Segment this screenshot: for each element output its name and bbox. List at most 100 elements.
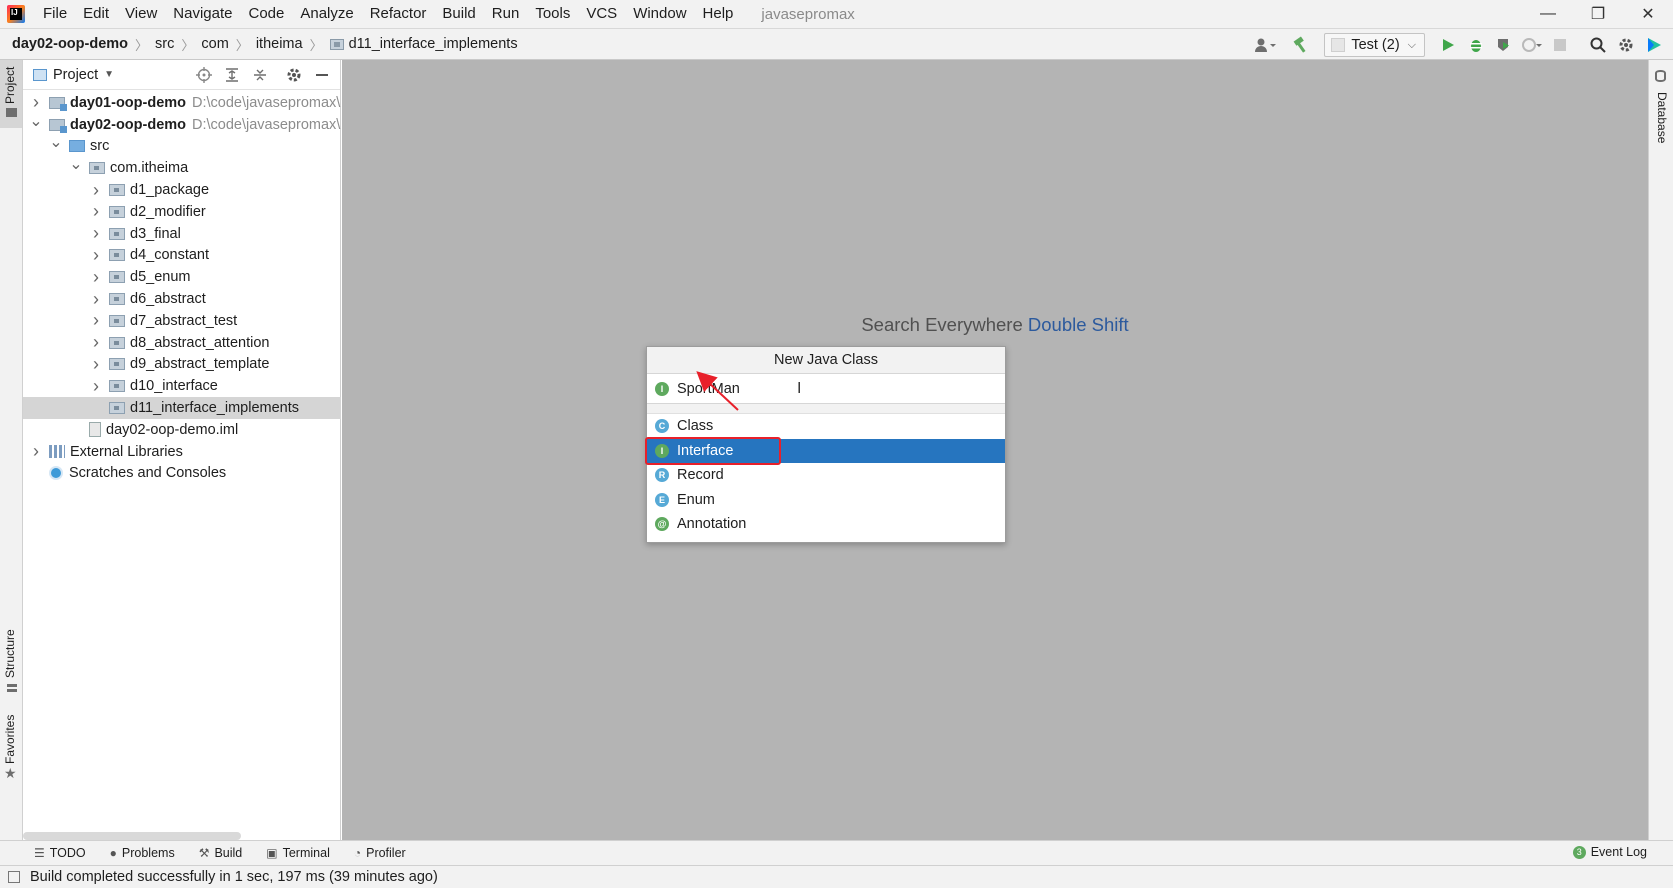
locate-target-icon[interactable]: [192, 64, 216, 86]
hide-panel-icon[interactable]: [310, 64, 334, 86]
menu-edit[interactable]: Edit: [75, 0, 117, 28]
tree-item[interactable]: ⌄ com.itheima: [23, 154, 341, 179]
menu-vcs[interactable]: VCS: [578, 0, 625, 28]
new-java-class-popup: New Java Class I SportMan I C Class I Inter…: [645, 346, 1006, 543]
breadcrumb-itheima[interactable]: itheima: [256, 36, 303, 52]
project-tool-button[interactable]: Project: [0, 60, 22, 128]
menu-code[interactable]: Code: [240, 0, 292, 28]
close-button[interactable]: ✕: [1623, 0, 1673, 28]
chevron-down-icon[interactable]: ▼: [104, 69, 114, 80]
tree-item[interactable]: d11_interface_implements: [23, 397, 341, 419]
menu-file[interactable]: File: [35, 0, 75, 28]
tree-item-label: d1_package: [130, 182, 210, 199]
event-count-badge: 3: [1572, 845, 1586, 859]
tree-item[interactable]: day02-oop-demo.iml: [23, 419, 341, 441]
tree-item[interactable]: › d10_interface: [23, 375, 341, 397]
chevron-down-icon[interactable]: ⌄: [69, 154, 83, 174]
horizontal-scrollbar[interactable]: [23, 832, 241, 840]
tree-item[interactable]: › External Libraries: [23, 441, 341, 463]
package-icon: [109, 380, 125, 393]
database-tool-button[interactable]: Database: [1649, 66, 1673, 146]
chevron-right-icon[interactable]: ›: [89, 201, 103, 222]
chevron-right-icon[interactable]: ›: [89, 376, 103, 397]
menu-view[interactable]: View: [117, 0, 165, 28]
chevron-right-icon[interactable]: ›: [89, 289, 103, 310]
menu-navigate[interactable]: Navigate: [165, 0, 240, 28]
stop-icon[interactable]: [1547, 32, 1573, 58]
menu-build[interactable]: Build: [434, 0, 483, 28]
tree-item[interactable]: › d6_abstract: [23, 288, 341, 310]
breadcrumb-current-package[interactable]: d11_interface_implements: [329, 36, 518, 52]
breadcrumb-src[interactable]: src: [155, 36, 174, 52]
package-icon: [109, 271, 125, 284]
bottom-tab-terminal[interactable]: ▣ Terminal: [266, 846, 330, 860]
tree-item[interactable]: › d2_modifier: [23, 201, 341, 223]
database-tool-label: Database: [1655, 92, 1669, 144]
gear-icon[interactable]: [282, 64, 306, 86]
chevron-right-icon[interactable]: ›: [89, 180, 103, 201]
class-name-input[interactable]: I SportMan I: [647, 374, 1005, 404]
tree-item[interactable]: › d1_package: [23, 179, 341, 201]
kind-option-annotation[interactable]: @ Annotation: [647, 512, 1005, 537]
restore-button[interactable]: ❐: [1573, 0, 1623, 28]
user-account-icon[interactable]: [1252, 32, 1278, 58]
tree-item[interactable]: › d8_abstract_attention: [23, 332, 341, 354]
toggle-tool-windows-icon[interactable]: [8, 871, 20, 883]
kind-option-interface[interactable]: I Interface: [645, 436, 1005, 465]
tree-item[interactable]: Scratches and Consoles: [23, 463, 341, 485]
tree-item[interactable]: › d4_constant: [23, 245, 341, 267]
breadcrumb-project[interactable]: day02-oop-demo: [12, 36, 128, 52]
chevron-right-icon[interactable]: ›: [89, 332, 103, 353]
tree-item[interactable]: › d7_abstract_test: [23, 310, 341, 332]
bottom-tab-todo[interactable]: ☰ TODO: [34, 846, 86, 860]
kind-option-record[interactable]: R Record: [647, 463, 1005, 488]
menu-run[interactable]: Run: [484, 0, 528, 28]
menu-window[interactable]: Window: [625, 0, 694, 28]
structure-tool-label: Structure: [3, 629, 17, 678]
source-folder-icon: [69, 140, 85, 153]
collapse-all-icon[interactable]: [248, 64, 272, 86]
run-icon[interactable]: [1435, 32, 1461, 58]
bottom-tab-label: Terminal: [282, 846, 330, 860]
kind-option-class[interactable]: C Class: [647, 414, 1005, 439]
tree-item[interactable]: ⌄ day02-oop-demo D:\code\javasepromax\: [23, 111, 341, 136]
favorites-tool-button[interactable]: Favorites ★: [0, 710, 22, 781]
debug-icon[interactable]: [1463, 32, 1489, 58]
bottom-tab-build[interactable]: ⚒ Build: [199, 846, 243, 860]
bottom-tab-label: TODO: [49, 846, 86, 860]
event-log-button[interactable]: 3 Event Log: [1572, 845, 1647, 859]
tree-item[interactable]: › day01-oop-demo D:\code\javasepromax\: [23, 92, 341, 114]
chevron-down-icon[interactable]: ⌄: [49, 132, 63, 152]
expand-all-icon[interactable]: [220, 64, 244, 86]
search-icon[interactable]: [1585, 32, 1611, 58]
tree-item[interactable]: › d3_final: [23, 223, 341, 245]
structure-tool-button[interactable]: Structure: [0, 626, 22, 696]
bottom-tab-problems[interactable]: ● Problems: [110, 846, 175, 860]
chevron-down-icon[interactable]: ⌄: [29, 111, 43, 131]
menu-refactor[interactable]: Refactor: [362, 0, 435, 28]
iml-file-icon: [89, 422, 101, 438]
chevron-right-icon[interactable]: ›: [89, 267, 103, 288]
code-with-me-icon[interactable]: [1641, 32, 1667, 58]
search-hint-shortcut: Double Shift: [1027, 314, 1129, 335]
profile-icon[interactable]: [1519, 32, 1545, 58]
run-configuration-select[interactable]: Test (2) ⌵: [1324, 33, 1425, 57]
run-with-coverage-icon[interactable]: [1491, 32, 1517, 58]
chevron-right-icon[interactable]: ›: [89, 310, 103, 331]
tree-item[interactable]: › d5_enum: [23, 266, 341, 288]
settings-gear-icon[interactable]: [1613, 32, 1639, 58]
chevron-right-icon[interactable]: ›: [89, 223, 103, 244]
minimize-button[interactable]: —: [1523, 0, 1573, 28]
build-hammer-icon[interactable]: [1288, 32, 1314, 58]
chevron-right-icon[interactable]: ›: [89, 354, 103, 375]
chevron-right-icon[interactable]: ›: [89, 245, 103, 266]
bottom-tab-profiler[interactable]: ◔ Profiler: [354, 846, 406, 860]
breadcrumb-com[interactable]: com: [201, 36, 228, 52]
tree-item[interactable]: › d9_abstract_template: [23, 354, 341, 376]
kind-option-enum[interactable]: E Enum: [647, 488, 1005, 513]
project-view-select[interactable]: Project: [53, 67, 98, 83]
chevron-right-icon[interactable]: ›: [29, 441, 43, 462]
menu-tools[interactable]: Tools: [527, 0, 578, 28]
menu-help[interactable]: Help: [695, 0, 742, 28]
menu-analyze[interactable]: Analyze: [292, 0, 361, 28]
